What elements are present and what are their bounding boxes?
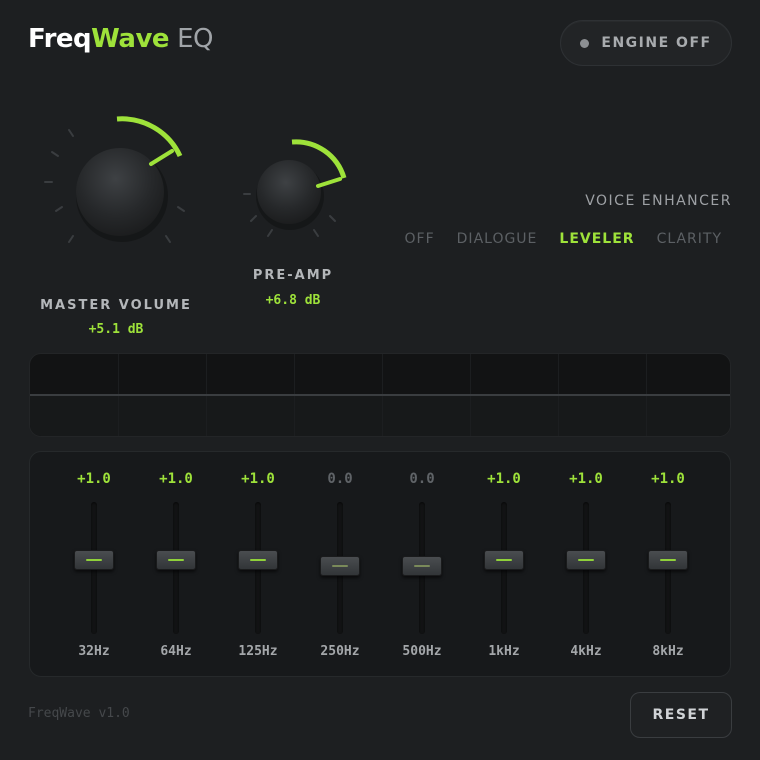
master-volume-knob-graphic	[44, 116, 185, 243]
brand-wave: Wave	[91, 24, 170, 54]
slider-thumb[interactable]	[156, 550, 196, 570]
band-gain-value: +1.0	[651, 471, 685, 487]
slider-thumb[interactable]	[566, 550, 606, 570]
slider-thumb[interactable]	[402, 556, 442, 576]
brand-freq: Freq	[28, 24, 92, 54]
master-volume-knob[interactable]	[40, 104, 200, 264]
voice-option-dialogue[interactable]: DIALOGUE	[457, 231, 538, 247]
preamp-knob-graphic	[243, 139, 347, 237]
eq-band-4khz: +1.0 4kHz	[551, 452, 621, 676]
response-fill	[30, 396, 730, 436]
brand-suffix: EQ	[177, 24, 213, 54]
preamp-label: PRE-AMP	[252, 268, 334, 283]
eq-band-500hz: 0.0 500Hz	[387, 452, 457, 676]
app-logo: FreqWave EQ	[28, 24, 213, 54]
engine-button-label: ENGINE OFF	[601, 35, 712, 51]
band-gain-value: +1.0	[241, 471, 275, 487]
voice-option-clarity[interactable]: CLARITY	[657, 231, 722, 247]
band-frequency-label: 8kHz	[652, 644, 684, 659]
slider-thumb[interactable]	[648, 550, 688, 570]
eq-band-250hz: 0.0 250Hz	[305, 452, 375, 676]
slider-thumb[interactable]	[484, 550, 524, 570]
band-frequency-label: 1kHz	[488, 644, 520, 659]
eq-band-125hz: +1.0 125Hz	[223, 452, 293, 676]
band-gain-value: 0.0	[327, 471, 353, 487]
band-frequency-label: 125Hz	[238, 644, 278, 659]
engine-toggle-button[interactable]: ENGINE OFF	[560, 20, 732, 66]
band-gain-value: +1.0	[487, 471, 521, 487]
voice-enhancer-title: VOICE ENHANCER	[585, 193, 732, 209]
version-label: FreqWave v1.0	[28, 706, 130, 721]
band-frequency-label: 64Hz	[160, 644, 192, 659]
eq-band-8khz: +1.0 8kHz	[633, 452, 703, 676]
preamp-knob[interactable]	[236, 134, 356, 244]
master-volume-label: MASTER VOLUME	[40, 298, 192, 313]
slider-thumb[interactable]	[238, 550, 278, 570]
band-gain-value: +1.0	[159, 471, 193, 487]
reset-button[interactable]: RESET	[630, 692, 732, 738]
band-frequency-label: 4kHz	[570, 644, 602, 659]
band-gain-value: 0.0	[409, 471, 435, 487]
master-volume-value: +5.1 dB	[88, 322, 144, 337]
eq-band-32hz: +1.0 32Hz	[59, 452, 129, 676]
slider-thumb[interactable]	[74, 550, 114, 570]
band-gain-value: +1.0	[569, 471, 603, 487]
slider-thumb[interactable]	[320, 556, 360, 576]
band-gain-value: +1.0	[77, 471, 111, 487]
status-dot-icon	[580, 38, 590, 48]
eq-band-1khz: +1.0 1kHz	[469, 452, 539, 676]
voice-option-off[interactable]: OFF	[405, 231, 435, 247]
voice-option-leveler[interactable]: LEVELER	[559, 231, 634, 247]
band-frequency-label: 32Hz	[78, 644, 110, 659]
voice-enhancer-options: OFF DIALOGUE LEVELER CLARITY	[405, 231, 722, 247]
preamp-value: +6.8 dB	[265, 293, 321, 308]
eq-band-64hz: +1.0 64Hz	[141, 452, 211, 676]
frequency-response-display	[29, 353, 731, 437]
band-frequency-label: 500Hz	[402, 644, 442, 659]
response-curve	[30, 394, 730, 396]
equalizer-panel: +1.0 32Hz +1.0 64Hz +1.0 125Hz 0.0 250Hz…	[29, 451, 731, 677]
band-frequency-label: 250Hz	[320, 644, 360, 659]
